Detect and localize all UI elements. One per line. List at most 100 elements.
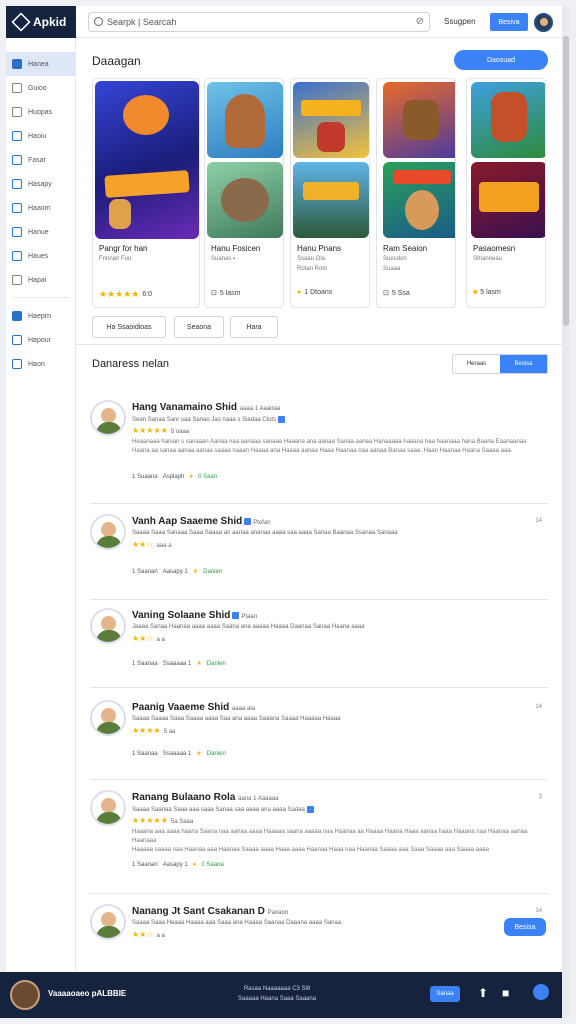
game-card[interactable]: Pasaomesn Sfnanneau ■ 5 lasm	[466, 78, 546, 308]
featured-more-button[interactable]: Daosuad	[454, 50, 548, 70]
section-divider	[76, 344, 562, 352]
review-foot-item[interactable]: Ssaaaaa 1	[163, 751, 192, 757]
search-input[interactable]: Searpk | Searcah ⊘	[88, 12, 430, 32]
character-icon	[405, 190, 439, 230]
review-foot-item[interactable]: 1 Suaana	[132, 474, 158, 480]
sidebar-item-12[interactable]: Haon	[6, 352, 75, 376]
footer-button[interactable]: Sanaa	[430, 986, 460, 1002]
sidebar-item-9[interactable]: Hapai	[6, 268, 75, 292]
review-action-button[interactable]: Besisa	[504, 918, 546, 936]
review-item: Ranang Bulaano Rola aana 1 Aaaaaa Saaaa …	[90, 790, 548, 894]
reviewer-avatar[interactable]	[90, 608, 126, 644]
review-foot-item[interactable]: 0 Saan	[198, 474, 217, 480]
logo-icon	[11, 12, 31, 32]
filter-chip[interactable]: Ha Ssaoidioas	[92, 316, 166, 338]
sidebar-item-8[interactable]: Haues	[6, 244, 75, 268]
game-card[interactable]: Hanu Pnans Ssaau Ola Rotan Rom ● 1 Dtoans	[290, 78, 370, 308]
scrollbar[interactable]	[562, 6, 570, 1018]
toggle-option[interactable]: Heraas	[453, 355, 500, 373]
filter-chip[interactable]: Seaona	[174, 316, 224, 338]
sidebar-item-4[interactable]: Fasat	[6, 148, 75, 172]
review-foot-item[interactable]: Ssaaaaa 1	[163, 661, 192, 667]
settings-icon	[12, 227, 22, 237]
review-foot-item[interactable]: 1 Saanan	[132, 569, 158, 575]
reviewer-avatar[interactable]	[90, 790, 126, 826]
review-foot-item[interactable]: 1 Saanan	[132, 862, 158, 868]
review-body: Haaana aaa aaaa haana Saana naa aanaa aa…	[132, 829, 528, 853]
sidebar-item-1[interactable]: Guioo	[6, 76, 75, 100]
coin-icon: ●	[297, 289, 302, 296]
review-foot-item[interactable]: Danien	[207, 751, 226, 757]
review-time: 3	[538, 794, 542, 800]
review-time: 14	[535, 518, 542, 524]
game-card[interactable]: Pangr for han Fnnnan Fuu ★★★★★ 6:0	[92, 78, 200, 308]
rating-text: 5 oaaa	[170, 429, 190, 435]
reviewer-avatar[interactable]	[90, 514, 126, 550]
review-foot-item[interactable]: Aspiaph	[163, 474, 185, 480]
app-logo[interactable]: Apkid	[6, 6, 76, 38]
user-avatar[interactable]	[534, 13, 553, 32]
rating-text: 6:0	[142, 291, 153, 298]
search-icon	[94, 17, 103, 26]
reviews-toggle[interactable]: Heraas Besisa	[452, 354, 548, 374]
reviewer-name-text: Hang Vanamaino Shid	[132, 402, 238, 413]
info-icon	[12, 275, 22, 285]
toggle-option-active[interactable]: Besisa	[500, 355, 547, 373]
sidebar-item-label: Haon	[28, 360, 45, 368]
filter-chip[interactable]: Hara	[230, 316, 278, 338]
star-icons: ★★☆	[132, 930, 154, 939]
sidebar-item-10[interactable]: Haeprn	[6, 304, 75, 328]
game-title: Hanu Fosicen	[211, 244, 261, 253]
game-rating: ⊡ 5 Ssa	[383, 289, 410, 298]
game-thumbnail	[471, 162, 545, 238]
reviewer-avatar[interactable]	[90, 400, 126, 436]
review-foot-item[interactable]: Danien	[203, 569, 222, 575]
scrollbar-thumb[interactable]	[563, 36, 569, 326]
review-footer: 1 Suaana Aspiaph ● 0 Saan	[132, 474, 217, 480]
review-foot-item[interactable]: Danien	[207, 661, 226, 667]
share-icon[interactable]: ⬆	[478, 986, 490, 1000]
logo-badge-icon	[104, 170, 190, 198]
review-time: 14	[535, 704, 542, 710]
lock-icon[interactable]: ■	[502, 986, 514, 1000]
review-foot-item[interactable]: Aasapy 1	[163, 862, 188, 868]
rating-text: a a	[156, 933, 165, 939]
game-meta: Ssaau Ola	[297, 256, 326, 262]
signin-link[interactable]: Ssugpen	[444, 17, 476, 26]
game-rating: ● 1 Dtoans	[297, 289, 332, 296]
star-icons: ★★☆	[132, 634, 154, 643]
game-meta: Suesdon	[383, 256, 407, 262]
sidebar-item-5[interactable]: Hasapy	[6, 172, 75, 196]
clear-icon[interactable]: ⊘	[416, 16, 424, 27]
review-meta-text: Sean Sanaa Sanr saa Sanao Jas naaa s Sia…	[132, 417, 277, 424]
sidebar-item-11[interactable]: Hapour	[6, 328, 75, 352]
sidebar-item-6[interactable]: Haaom	[6, 196, 75, 220]
reviewer-avatar[interactable]	[90, 904, 126, 940]
help-icon[interactable]	[533, 984, 549, 1000]
review-foot-item[interactable]: 1 Saanaa	[132, 751, 158, 757]
review-foot-item[interactable]: 0 Saana	[201, 862, 223, 868]
review-foot-item[interactable]: 1 Saanaa	[132, 661, 158, 667]
sidebar-item-3[interactable]: Haoiu	[6, 124, 75, 148]
sidebar-divider	[12, 292, 69, 298]
sidebar-item-0[interactable]: Hanea	[6, 52, 75, 76]
rating-text: 5 aa	[163, 729, 176, 735]
header-action-button[interactable]: Besiva	[490, 13, 528, 31]
verified-icon	[278, 416, 286, 423]
sidebar-item-2[interactable]: Huopas	[6, 100, 75, 124]
game-card[interactable]: Hanu Fosicen Suanas ▪ ⊡ 5 lasm	[204, 78, 284, 308]
game-card[interactable]: Ram Seaion Suesdon Suaaa ⊡ 5 Ssa	[376, 78, 456, 308]
review-stars: ★★★★★ 5a Saaa	[132, 816, 193, 825]
review-item: Hang Vanamaino Shid aaaa 1 Aaaoaa Sean S…	[90, 400, 548, 504]
review-foot-item[interactable]: Aasapy 1	[163, 569, 188, 575]
top-bar: Searpk | Searcah ⊘ Ssugpen Besiva	[76, 6, 562, 38]
sidebar-item-label: Huopas	[28, 108, 53, 116]
pen-icon	[12, 311, 22, 321]
featured-title: Daaagan	[92, 54, 141, 68]
reviewer-name: Nanang Jt Sant Csakanan D Paoaon	[132, 906, 288, 917]
game-thumbnail	[207, 162, 283, 238]
reviewer-name-text: Vaning Solaane Shid	[132, 610, 231, 621]
footer-avatar[interactable]	[10, 980, 40, 1010]
reviewer-avatar[interactable]	[90, 700, 126, 736]
sidebar-item-7[interactable]: Hanue	[6, 220, 75, 244]
